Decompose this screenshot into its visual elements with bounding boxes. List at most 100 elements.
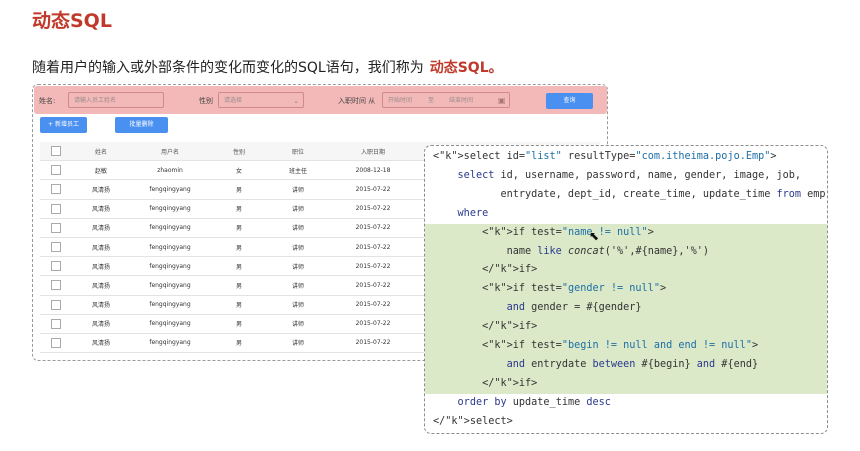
cell-name: 赵敏 [72,160,130,181]
cell-username: fengqingyang [130,237,210,258]
date-range-picker[interactable]: 开始时间 至 结束时间 ▣ [382,92,510,108]
header-job: 职位 [268,142,328,162]
cell-gender: 男 [210,218,268,238]
checkbox[interactable] [51,222,61,233]
cell-name: 风清扬 [72,237,130,258]
checkbox[interactable] [51,165,61,176]
cell-name: 风清扬 [72,199,130,219]
cell-username: fengqingyang [130,295,210,315]
code-line: entrydate, dept_id, create_time, update_… [433,188,826,200]
query-button[interactable]: 查询 [546,93,593,109]
code-line: and gender = #{gender} [506,302,642,314]
gender-label: 性别 [199,97,213,105]
end-date-placeholder: 结束时间 [449,97,474,104]
row-checkbox-cell[interactable] [40,295,72,315]
cell-job: 班主任 [268,160,328,181]
cell-gender: 男 [210,314,268,334]
cell-job: 讲师 [268,237,328,258]
checkbox[interactable] [51,146,61,157]
mybatis-code-panel: <"k">select id="list" resultType="com.it… [424,145,828,434]
row-checkbox-cell[interactable] [40,218,72,238]
code-block: <"k">select id="list" resultType="com.it… [433,148,826,432]
cell-name: 风清扬 [72,256,130,277]
code-line: <"k">if test="name != null"> [433,226,654,238]
checkbox[interactable] [51,203,61,214]
calendar-icon: ▣ [498,96,506,105]
code-line: select id, username, password, name, gen… [457,169,802,181]
cell-username: fengqingyang [130,333,210,354]
row-checkbox-cell[interactable] [40,314,72,334]
start-date-placeholder: 开始时间 [388,97,413,104]
cell-gender: 男 [210,179,268,200]
code-line: order by update_time desc [457,396,611,408]
checkbox[interactable] [51,242,61,253]
header-gender: 性别 [210,142,268,162]
cell-username: fengqingyang [130,218,210,238]
code-line: and entrydate between #{begin} and #{end… [506,358,759,370]
mouse-cursor-icon: ⬉ [589,229,600,243]
name-label: 姓名: [39,97,56,105]
cell-entrydate: 2015-07-22 [328,218,418,238]
checkbox[interactable] [51,184,61,195]
cell-gender: 女 [210,160,268,181]
cell-job: 讲师 [268,218,328,238]
gender-select[interactable]: 请选择 ⌄ [218,92,304,108]
cell-name: 风清扬 [72,314,130,334]
date-label: 入职时间 从 [338,97,376,105]
code-line: </"k">if> [433,264,538,276]
cell-entrydate: 2015-07-22 [328,314,418,334]
code-line: </"k">if> [433,377,538,389]
row-checkbox-cell[interactable] [40,179,72,200]
code-line: where [457,207,489,219]
code-line: <"k">select id="list" resultType="com.it… [433,151,777,162]
cell-name: 风清扬 [72,295,130,315]
code-line: </"k">select> [433,415,513,427]
cell-username: fengqingyang [130,314,210,334]
cell-gender: 男 [210,275,268,296]
header-name: 姓名 [72,142,130,162]
name-search-input[interactable]: 请输入员工姓名 [68,92,164,108]
cell-gender: 男 [210,333,268,354]
header-select-all[interactable] [40,142,72,162]
row-checkbox-cell[interactable] [40,275,72,296]
row-checkbox-cell[interactable] [40,256,72,277]
cell-gender: 男 [210,256,268,277]
cell-username: fengqingyang [130,275,210,296]
cell-job: 讲师 [268,333,328,354]
cell-entrydate: 2015-07-22 [328,237,418,258]
checkbox[interactable] [51,261,61,272]
code-line: <"k">if test="gender != null"> [433,283,667,295]
cell-entrydate: 2015-07-22 [328,179,418,200]
cell-username: fengqingyang [130,256,210,277]
page-subtitle: 随着用户的输入或外部条件的变化而变化的SQL语句，我们称为 动态SQL。 [32,57,503,77]
chevron-down-icon: ⌄ [293,97,299,105]
cell-job: 讲师 [268,256,328,277]
row-checkbox-cell[interactable] [40,199,72,219]
code-line: </"k">if> [433,321,538,333]
add-employee-button[interactable]: + 新增员工 [40,117,87,133]
cell-entrydate: 2008-12-18 [328,160,418,181]
batch-delete-button[interactable]: 批量删除 [115,117,168,133]
subtitle-text: 随着用户的输入或外部条件的变化而变化的SQL语句，我们称为 [32,60,424,76]
code-line: <"k">if test="begin != null and end != n… [433,340,759,352]
row-checkbox-cell[interactable] [40,160,72,181]
cell-name: 风清扬 [72,179,130,200]
header-username: 用户名 [130,142,210,162]
cell-job: 讲师 [268,314,328,334]
checkbox[interactable] [51,337,61,348]
cell-name: 风清扬 [72,218,130,238]
cell-entrydate: 2015-07-22 [328,295,418,315]
checkbox[interactable] [51,299,61,310]
page-title: 动态SQL [32,10,112,32]
cell-job: 讲师 [268,179,328,200]
row-checkbox-cell[interactable] [40,333,72,354]
row-checkbox-cell[interactable] [40,237,72,258]
checkbox[interactable] [51,318,61,329]
cell-username: fengqingyang [130,199,210,219]
cell-entrydate: 2015-07-22 [328,275,418,296]
cell-job: 讲师 [268,275,328,296]
cell-name: 风清扬 [72,275,130,296]
gender-select-value: 请选择 [224,97,243,104]
checkbox[interactable] [51,280,61,291]
cell-username: fengqingyang [130,179,210,200]
